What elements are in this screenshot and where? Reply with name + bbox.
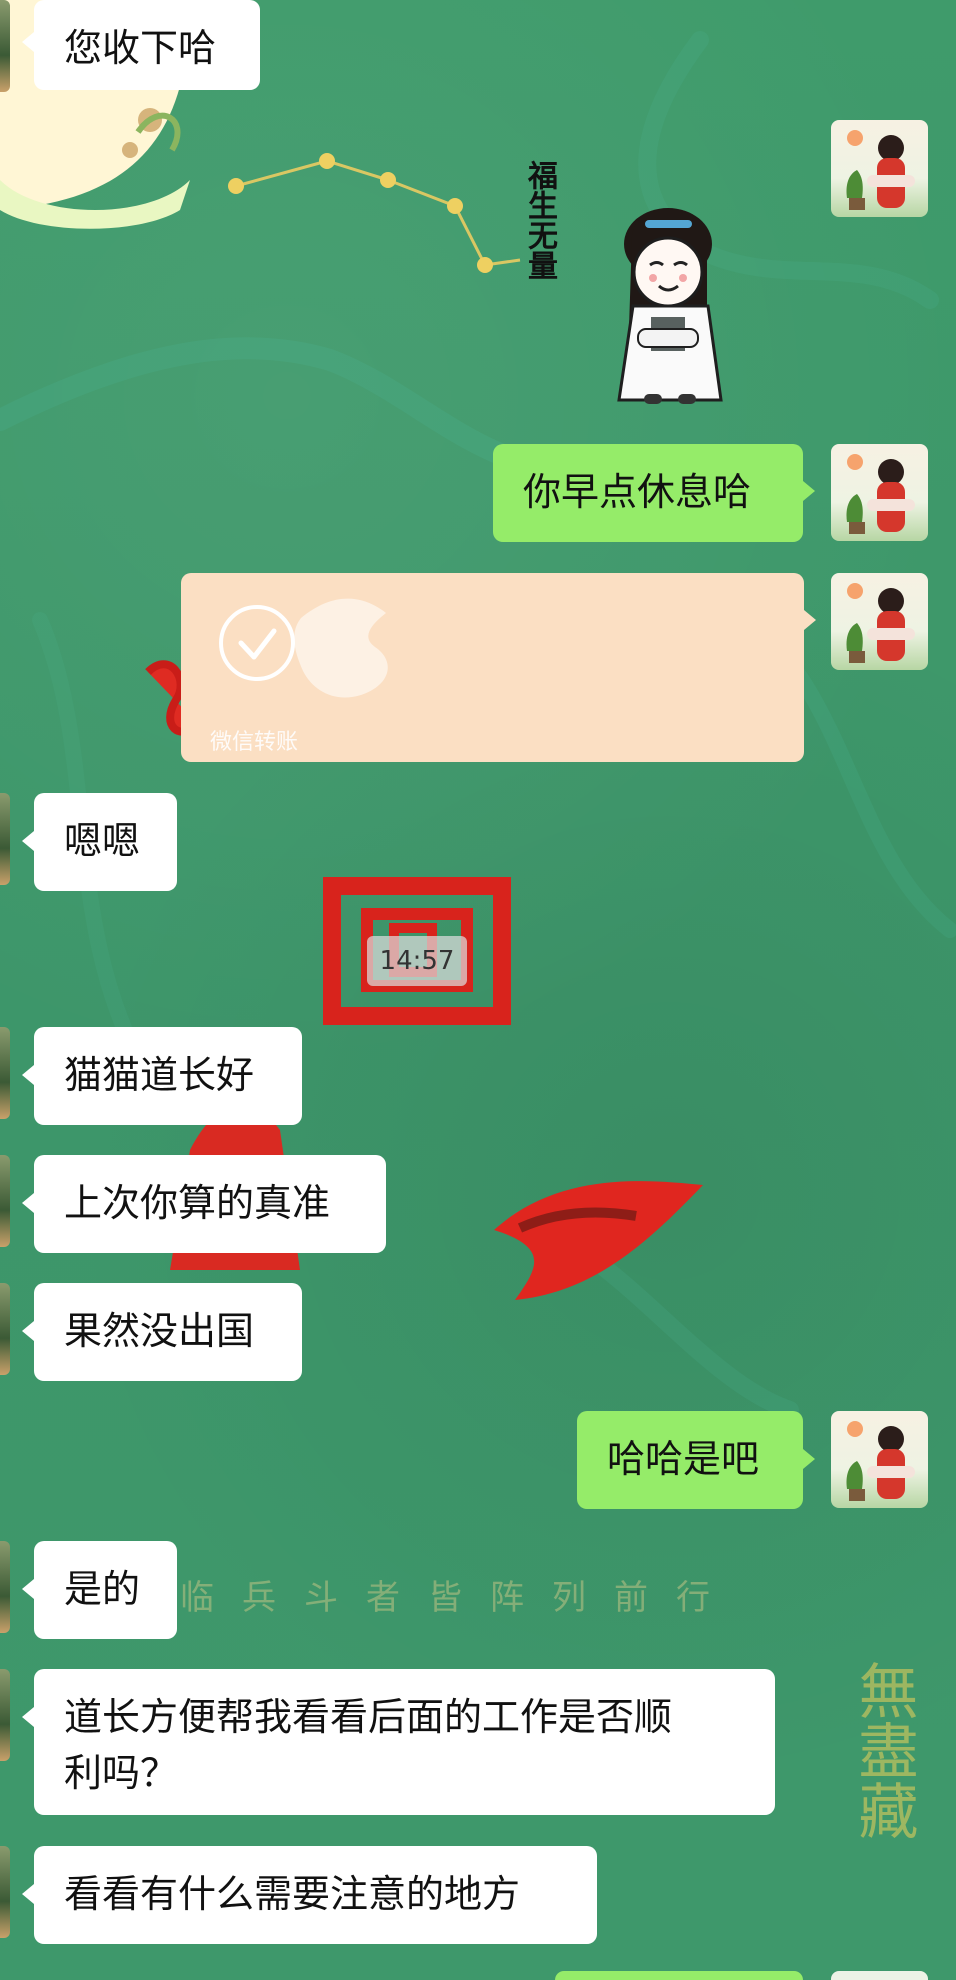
avatar[interactable] — [0, 1155, 10, 1247]
avatar[interactable] — [0, 1669, 10, 1761]
avatar[interactable] — [831, 573, 928, 670]
outgoing-message-bubble[interactable]: 你早点休息哈 — [493, 444, 803, 542]
incoming-message-bubble[interactable]: 看看有什么需要注意的地方 — [34, 1846, 597, 1944]
bubble-tail — [22, 1579, 34, 1599]
avatar[interactable] — [831, 444, 928, 541]
sticker-message[interactable]: 福生无量 — [522, 160, 725, 410]
background-watermark-line: 临兵斗者皆阵列前行 — [180, 1578, 738, 1618]
bubble-tail — [803, 1449, 815, 1469]
incoming-message-bubble[interactable]: 果然没出国 — [34, 1283, 302, 1381]
timestamp-divider: 14:57 — [367, 936, 467, 986]
bubble-tail — [22, 831, 34, 851]
incoming-message-bubble[interactable]: 上次你算的真准 — [34, 1155, 386, 1253]
bubble-tail — [22, 1884, 34, 1904]
outgoing-message-bubble[interactable]: 哈哈是吧 — [577, 1411, 803, 1509]
bubble-tail — [804, 610, 816, 630]
avatar[interactable] — [0, 1283, 10, 1375]
avatar[interactable] — [0, 1027, 10, 1119]
bubble-tail — [22, 32, 34, 52]
bubble-tail — [22, 1321, 34, 1341]
incoming-message-bubble[interactable]: 您收下哈 — [34, 0, 260, 90]
incoming-message-bubble[interactable]: 猫猫道长好 — [34, 1027, 302, 1125]
transfer-label: 微信转账 — [210, 730, 299, 755]
bubble-tail — [22, 1707, 34, 1727]
incoming-message-bubble[interactable]: 是的 — [34, 1541, 177, 1639]
avatar[interactable] — [0, 1846, 10, 1938]
avatar-portrait-icon — [846, 583, 915, 663]
avatar-portrait-icon — [846, 454, 915, 534]
incoming-message-bubble[interactable]: 嗯嗯 — [34, 793, 177, 891]
avatar[interactable] — [831, 1411, 928, 1508]
avatar[interactable] — [0, 1541, 10, 1633]
outgoing-message-partial[interactable] — [555, 1971, 803, 1980]
sticker-text: 福生无量 — [522, 160, 557, 280]
bubble-tail — [803, 481, 815, 501]
avatar[interactable] — [0, 0, 10, 92]
bubble-tail — [22, 1065, 34, 1085]
avatar-portrait-icon — [846, 1421, 915, 1501]
background-watermark-seal: 無盡藏 — [848, 1660, 918, 1840]
avatar[interactable] — [831, 1971, 928, 1980]
avatar[interactable] — [0, 793, 10, 885]
bubble-tail — [22, 1193, 34, 1213]
avatar-portrait-icon — [846, 130, 915, 210]
avatar[interactable] — [831, 120, 928, 217]
incoming-message-bubble[interactable]: 道长方便帮我看看后面的工作是否顺 利吗？ — [34, 1669, 775, 1815]
